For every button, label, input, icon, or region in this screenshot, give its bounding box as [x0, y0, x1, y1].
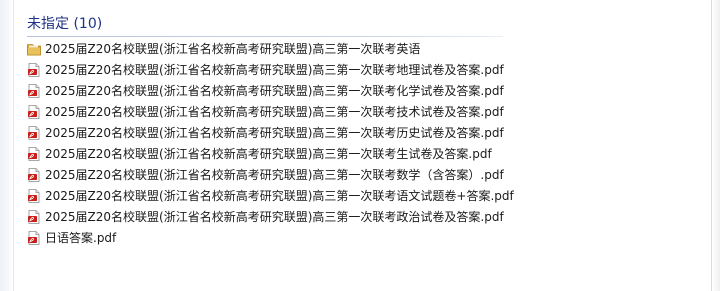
file-item[interactable]: 2025届Z20名校联盟(浙江省名校新高考研究联盟)高三第一次联考语文试题卷+答…: [24, 185, 704, 206]
file-name: 2025届Z20名校联盟(浙江省名校新高考研究联盟)高三第一次联考语文试题卷+答…: [45, 188, 514, 203]
file-name: 2025届Z20名校联盟(浙江省名校新高考研究联盟)高三第一次联考生试卷及答案.…: [45, 146, 492, 161]
file-name: 2025届Z20名校联盟(浙江省名校新高考研究联盟)高三第一次联考地理试卷及答案…: [45, 62, 504, 77]
file-item[interactable]: 2025届Z20名校联盟(浙江省名校新高考研究联盟)高三第一次联考政治试卷及答案…: [24, 206, 704, 227]
vertical-scrollbar[interactable]: [711, 0, 720, 291]
file-list: 2025届Z20名校联盟(浙江省名校新高考研究联盟)高三第一次联考英语 2025届…: [24, 38, 704, 248]
folder-icon: [27, 43, 41, 55]
file-name: 2025届Z20名校联盟(浙江省名校新高考研究联盟)高三第一次联考数学（含答案）…: [45, 167, 504, 182]
group-header[interactable]: 未指定 (10): [27, 14, 102, 34]
file-item[interactable]: 2025届Z20名校联盟(浙江省名校新高考研究联盟)高三第一次联考数学（含答案）…: [24, 164, 704, 185]
file-item[interactable]: 2025届Z20名校联盟(浙江省名校新高考研究联盟)高三第一次联考技术试卷及答案…: [24, 101, 704, 122]
group-title: 未指定 (10): [27, 16, 103, 32]
explorer-file-view: 未指定 (10) 2025届Z20名校联盟(浙江省名校新高考研究联盟)高三第一次…: [0, 0, 720, 291]
file-name: 2025届Z20名校联盟(浙江省名校新高考研究联盟)高三第一次联考历史试卷及答案…: [45, 125, 504, 140]
file-name: 2025届Z20名校联盟(浙江省名校新高考研究联盟)高三第一次联考英语: [45, 41, 421, 56]
pdf-file-icon: [28, 83, 40, 98]
navigation-pane-edge: [0, 0, 14, 291]
pdf-file-icon: [28, 104, 40, 119]
pdf-file-icon: [28, 167, 40, 182]
file-item[interactable]: 2025届Z20名校联盟(浙江省名校新高考研究联盟)高三第一次联考化学试卷及答案…: [24, 80, 704, 101]
file-item[interactable]: 日语答案.pdf: [24, 227, 704, 248]
pdf-file-icon: [28, 230, 40, 245]
file-item[interactable]: 2025届Z20名校联盟(浙江省名校新高考研究联盟)高三第一次联考地理试卷及答案…: [24, 59, 704, 80]
pdf-file-icon: [28, 146, 40, 161]
file-name: 2025届Z20名校联盟(浙江省名校新高考研究联盟)高三第一次联考技术试卷及答案…: [45, 104, 504, 119]
pdf-file-icon: [28, 188, 40, 203]
pdf-file-icon: [28, 62, 40, 77]
folder-item[interactable]: 2025届Z20名校联盟(浙江省名校新高考研究联盟)高三第一次联考英语: [24, 38, 704, 59]
pdf-file-icon: [28, 125, 40, 140]
file-item[interactable]: 2025届Z20名校联盟(浙江省名校新高考研究联盟)高三第一次联考生试卷及答案.…: [24, 143, 704, 164]
file-name: 2025届Z20名校联盟(浙江省名校新高考研究联盟)高三第一次联考化学试卷及答案…: [45, 83, 504, 98]
group-divider: [27, 36, 503, 37]
pdf-file-icon: [28, 209, 40, 224]
file-name: 2025届Z20名校联盟(浙江省名校新高考研究联盟)高三第一次联考政治试卷及答案…: [45, 209, 504, 224]
file-item[interactable]: 2025届Z20名校联盟(浙江省名校新高考研究联盟)高三第一次联考历史试卷及答案…: [24, 122, 704, 143]
file-name: 日语答案.pdf: [45, 230, 117, 245]
